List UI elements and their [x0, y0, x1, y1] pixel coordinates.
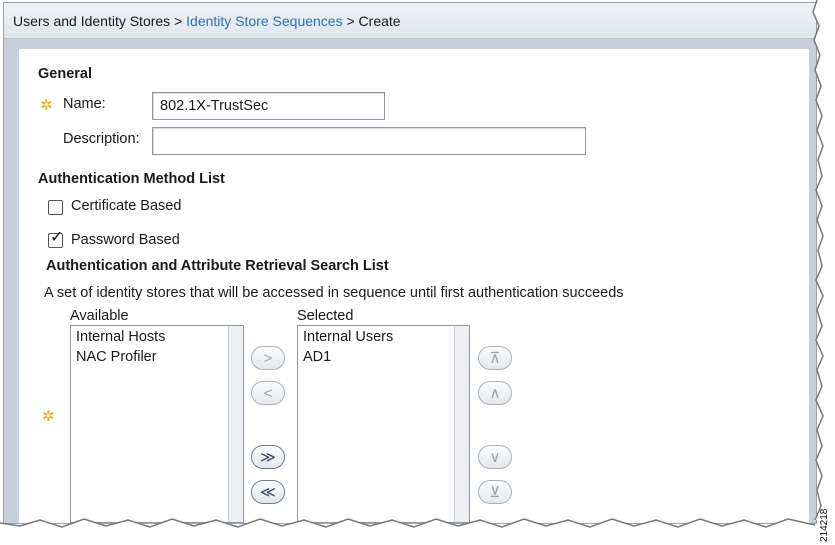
scrollbar[interactable]	[228, 326, 243, 522]
breadcrumb-root[interactable]: Users and Identity Stores >	[13, 13, 182, 29]
list-item[interactable]: NAC Profiler	[71, 347, 243, 367]
description-label: Description:	[63, 131, 140, 147]
move-to-bottom-button[interactable]: ⊻	[478, 480, 512, 504]
window-panel: Users and Identity Stores > Identity Sto…	[3, 2, 817, 524]
name-label: Name:	[63, 96, 106, 112]
checkmark-icon: ✓	[50, 229, 64, 246]
general-heading: General	[38, 66, 92, 82]
screenshot-frame: Users and Identity Stores > Identity Sto…	[0, 0, 835, 545]
list-item[interactable]: Internal Hosts	[71, 326, 243, 347]
available-label: Available	[70, 308, 129, 324]
description-field[interactable]	[152, 127, 586, 155]
figure-number: 214218	[819, 508, 830, 542]
certificate-checkbox[interactable]	[48, 200, 63, 215]
move-down-button[interactable]: ∨	[478, 445, 512, 469]
search-list-heading: Authentication and Attribute Retrieval S…	[46, 258, 389, 274]
move-all-left-button[interactable]: ≪	[251, 480, 285, 504]
move-right-button[interactable]: >	[251, 346, 285, 370]
list-item[interactable]: AD1	[298, 347, 469, 367]
move-to-top-button[interactable]: ⊼	[478, 346, 512, 370]
move-left-button[interactable]: <	[251, 381, 285, 405]
certificate-label: Certificate Based	[71, 198, 182, 214]
password-label: Password Based	[71, 232, 180, 248]
required-icon: ✲	[40, 97, 53, 114]
selected-label: Selected	[297, 308, 354, 324]
required-icon: ✲	[42, 408, 55, 425]
search-list-description: A set of identity stores that will be ac…	[44, 285, 624, 301]
form-content: General ✲ Name: 802.1X-TrustSec Descript…	[19, 49, 809, 523]
torn-bottom-decoration	[0, 518, 835, 545]
auth-method-heading: Authentication Method List	[38, 171, 225, 187]
selected-listbox[interactable]: Internal Users AD1	[297, 325, 470, 523]
move-all-right-button[interactable]: ≫	[251, 445, 285, 469]
password-checkbox[interactable]: ✓	[48, 229, 63, 248]
breadcrumb-identity-store-sequences[interactable]: Identity Store Sequences	[186, 13, 342, 29]
list-item[interactable]: Internal Users	[298, 326, 469, 347]
breadcrumb: Users and Identity Stores > Identity Sto…	[4, 3, 816, 39]
scrollbar[interactable]	[454, 326, 469, 522]
move-up-button[interactable]: ∧	[478, 381, 512, 405]
name-field[interactable]: 802.1X-TrustSec	[152, 92, 385, 120]
torn-edge-decoration	[812, 0, 835, 521]
breadcrumb-current: > Create	[346, 13, 401, 29]
available-listbox[interactable]: Internal Hosts NAC Profiler	[70, 325, 244, 523]
